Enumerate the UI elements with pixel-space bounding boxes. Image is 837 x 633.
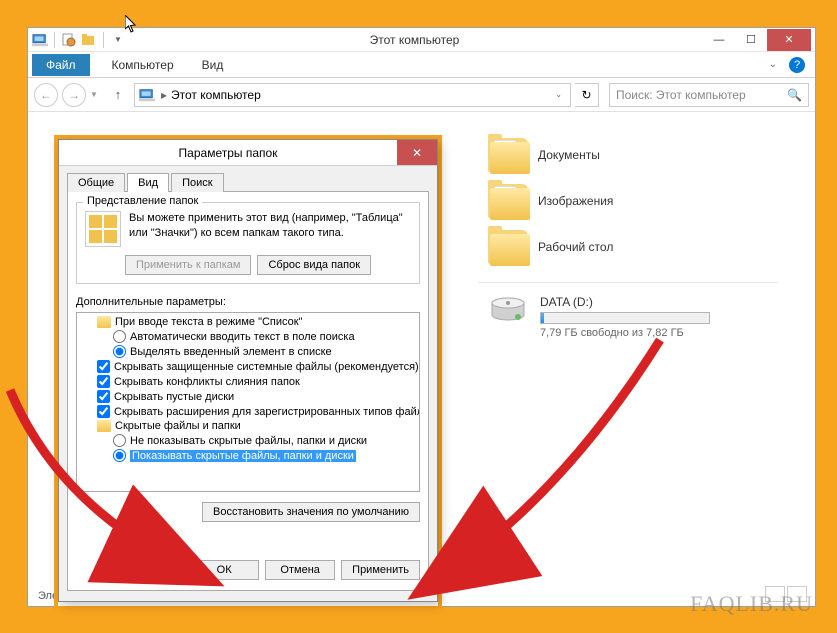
radio-icon[interactable]	[113, 345, 126, 358]
history-dropdown-icon[interactable]: ▼	[90, 90, 102, 99]
tab-computer[interactable]: Компьютер	[98, 54, 188, 76]
refresh-button[interactable]: ↻	[575, 83, 599, 107]
window-buttons: — ☐ ✕	[703, 29, 811, 51]
folder-label: Документы	[538, 148, 600, 162]
folder-views-legend: Представление папок	[83, 195, 202, 207]
computer-icon	[139, 88, 155, 102]
folder-label: Изображения	[538, 194, 613, 208]
tree-radio-select-typed[interactable]: Выделять введенный элемент в списке	[77, 344, 419, 359]
restore-defaults-button[interactable]: Восстановить значения по умолчанию	[202, 502, 420, 522]
properties-icon[interactable]	[61, 32, 77, 48]
dialog-close-button[interactable]: ✕	[397, 140, 437, 165]
dialog-panel: Представление папок Вы можете применить …	[67, 191, 429, 591]
titlebar: ▼ Этот компьютер — ☐ ✕	[28, 28, 815, 52]
folder-documents[interactable]: Документы	[488, 132, 815, 178]
tree-check-hide-extensions[interactable]: Скрывать расширения для зарегистрированн…	[77, 404, 419, 419]
apply-to-folders-button[interactable]: Применить к папкам	[125, 255, 252, 275]
tab-general[interactable]: Общие	[67, 173, 125, 192]
tab-search[interactable]: Поиск	[171, 173, 223, 192]
folder-views-group: Представление папок Вы можете применить …	[76, 202, 420, 284]
folder-views-icon	[85, 211, 121, 247]
folder-icon	[97, 316, 111, 328]
window-title: Этот компьютер	[126, 33, 703, 47]
tree-group-hidden-files: Скрытые файлы и папки	[77, 419, 419, 433]
minimize-button[interactable]: —	[703, 29, 735, 51]
advanced-settings-tree[interactable]: При вводе текста в режиме "Список" Автом…	[76, 312, 420, 492]
folder-icon	[488, 230, 528, 264]
folder-icon	[488, 138, 528, 172]
folder-desktop[interactable]: Рабочий стол	[488, 224, 815, 270]
tree-radio-dont-show-hidden[interactable]: Не показывать скрытые файлы, папки и дис…	[77, 433, 419, 448]
up-button[interactable]: ↑	[106, 83, 130, 107]
new-folder-icon[interactable]	[81, 32, 97, 48]
folder-icon	[97, 420, 111, 432]
checkbox-icon[interactable]	[97, 405, 110, 418]
forward-button[interactable]: →	[62, 83, 86, 107]
dialog-title: Параметры папок	[59, 146, 397, 160]
drive-free-text: 7,79 ГБ свободно из 7,82 ГБ	[540, 327, 710, 339]
tab-file[interactable]: Файл	[32, 54, 90, 76]
search-placeholder: Поиск: Этот компьютер	[616, 88, 746, 102]
watermark: FAQLIB.RU	[690, 591, 813, 617]
tab-view[interactable]: Вид	[188, 54, 238, 76]
ribbon: Файл Компьютер Вид ⌄ ?	[28, 52, 815, 78]
drive-capacity-bar	[540, 312, 710, 324]
maximize-button[interactable]: ☐	[735, 29, 767, 51]
folder-views-description: Вы можете применить этот вид (например, …	[129, 211, 411, 241]
reset-folders-button[interactable]: Сброс вида папок	[257, 255, 371, 275]
tree-check-hide-empty-drives[interactable]: Скрывать пустые диски	[77, 389, 419, 404]
close-button[interactable]: ✕	[767, 29, 811, 51]
divider	[478, 282, 778, 283]
address-dropdown-icon[interactable]: ⌄	[551, 90, 566, 99]
advanced-settings-label: Дополнительные параметры:	[76, 296, 420, 308]
tree-check-hide-protected[interactable]: Скрывать защищенные системные файлы (рек…	[77, 359, 419, 374]
tree-radio-auto-search[interactable]: Автоматически вводить текст в поле поиск…	[77, 329, 419, 344]
back-button[interactable]: ←	[34, 83, 58, 107]
address-text: Этот компьютер	[171, 88, 261, 102]
folder-label: Рабочий стол	[538, 240, 613, 254]
tree-group-list-typing: При вводе текста в режиме "Список"	[77, 315, 419, 329]
tree-check-hide-merge[interactable]: Скрывать конфликты слияния папок	[77, 374, 419, 389]
dialog-tabs: Общие Вид Поиск	[67, 173, 429, 192]
address-bar[interactable]: ▸ Этот компьютер ⌄	[134, 83, 571, 107]
checkbox-icon[interactable]	[97, 360, 110, 373]
checkbox-icon[interactable]	[97, 375, 110, 388]
drive-icon	[488, 295, 528, 325]
drive-data-d[interactable]: DATA (D:) 7,79 ГБ свободно из 7,82 ГБ	[488, 295, 815, 339]
help-icon[interactable]: ?	[789, 57, 805, 73]
navigation-bar: ← → ▼ ↑ ▸ Этот компьютер ⌄ ↻ Поиск: Этот…	[28, 78, 815, 112]
folder-options-dialog: Параметры папок ✕ Общие Вид Поиск Предст…	[58, 139, 438, 602]
search-input[interactable]: Поиск: Этот компьютер 🔍	[609, 83, 809, 107]
computer-icon	[32, 32, 48, 48]
tab-view-options[interactable]: Вид	[127, 173, 169, 192]
ribbon-expand-icon[interactable]: ⌄	[769, 59, 777, 70]
dialog-titlebar: Параметры папок ✕	[59, 140, 437, 166]
radio-icon[interactable]	[113, 434, 126, 447]
cancel-button[interactable]: Отмена	[265, 560, 335, 580]
search-icon: 🔍	[787, 88, 802, 102]
folder-pictures[interactable]: Изображения	[488, 178, 815, 224]
drive-name: DATA (D:)	[540, 295, 710, 309]
radio-icon[interactable]	[113, 330, 126, 343]
apply-button[interactable]: Применить	[341, 560, 420, 580]
folder-icon	[488, 184, 528, 218]
tree-radio-show-hidden[interactable]: Показывать скрытые файлы, папки и диски	[77, 448, 419, 463]
ok-button[interactable]: ОК	[189, 560, 259, 580]
checkbox-icon[interactable]	[97, 390, 110, 403]
radio-icon[interactable]	[113, 449, 126, 462]
quick-access-toolbar: ▼	[32, 32, 126, 48]
qat-dropdown-icon[interactable]: ▼	[110, 32, 126, 48]
